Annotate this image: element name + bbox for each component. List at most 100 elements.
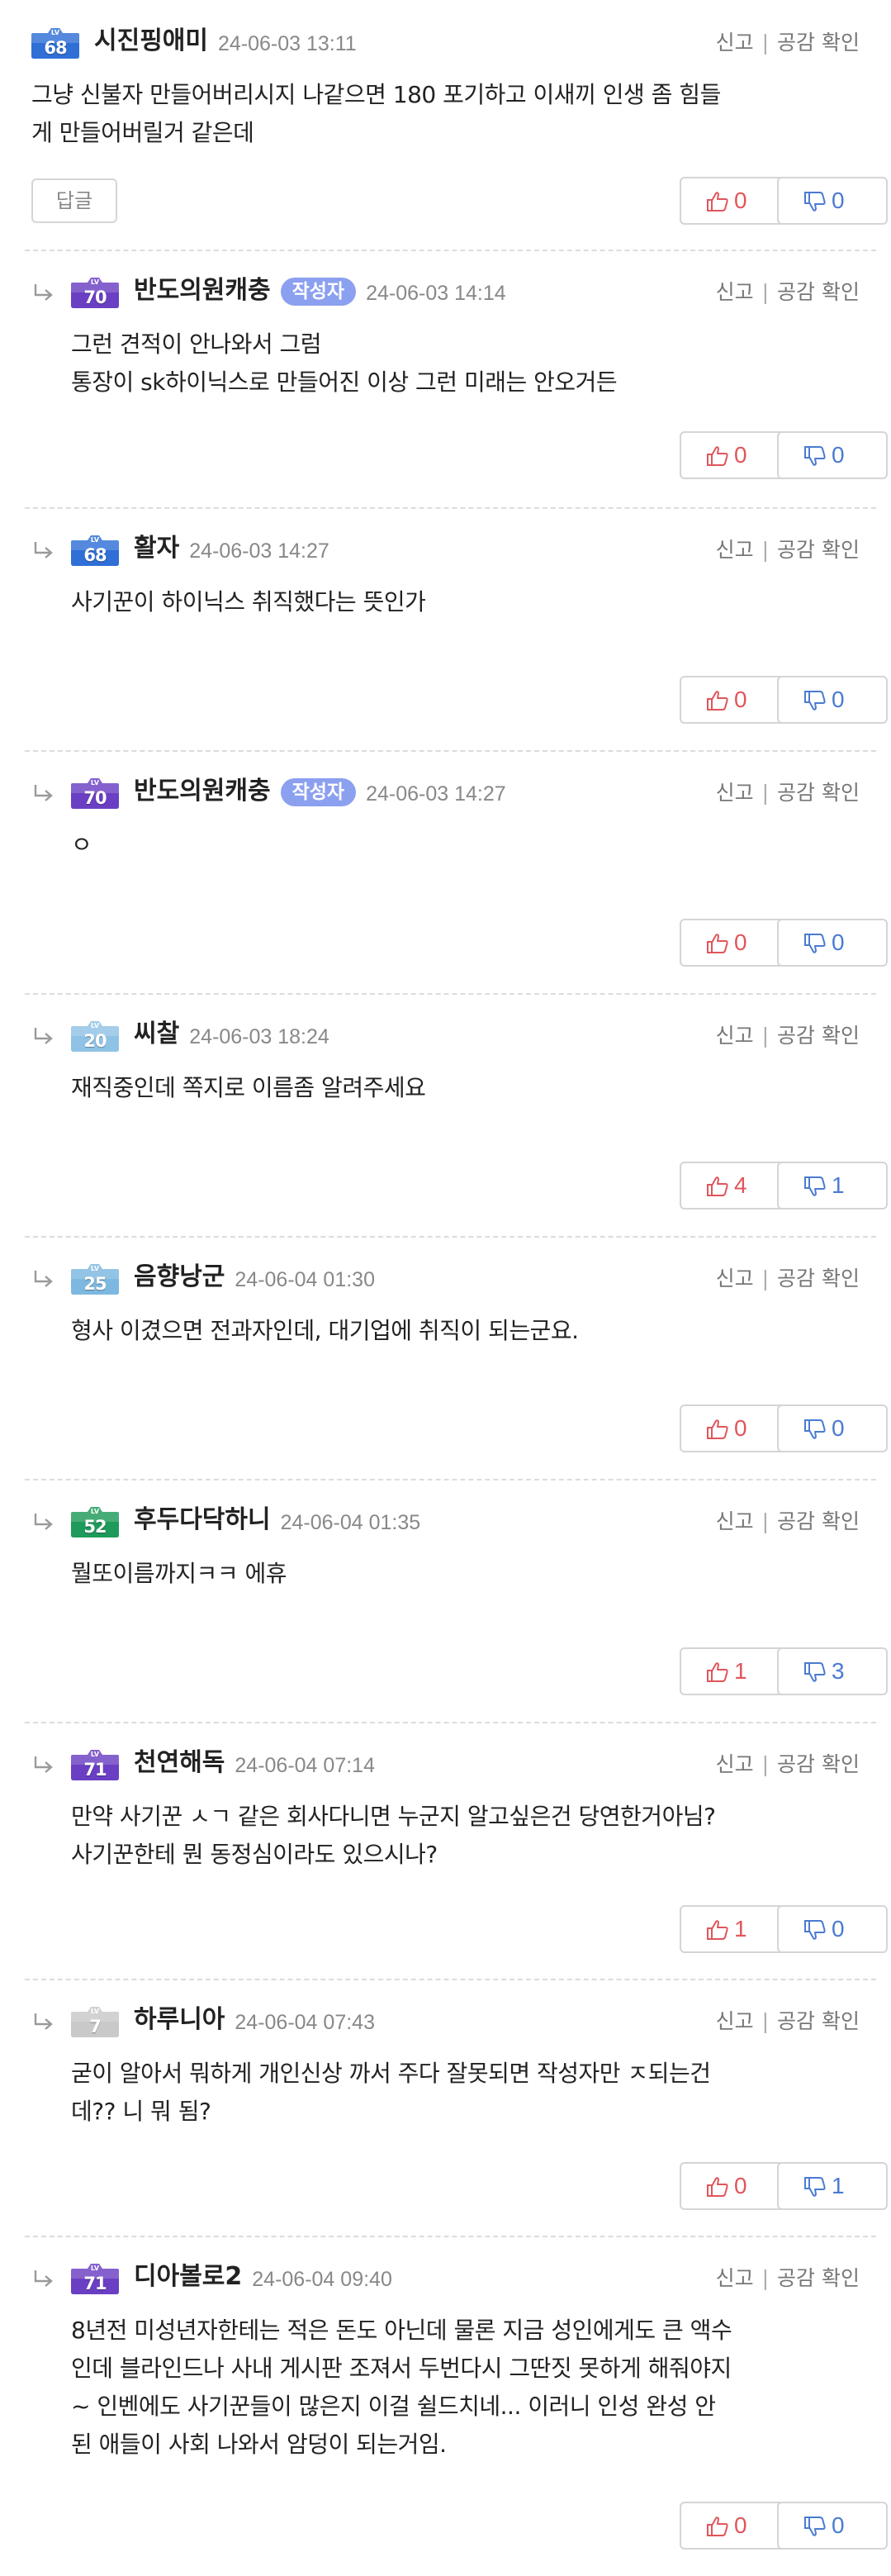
username[interactable]: 음향낭군 xyxy=(134,1259,225,1295)
reply-button[interactable]: 답글 xyxy=(31,178,117,223)
report-link[interactable]: 신고 xyxy=(716,2009,754,2033)
svg-text:LV: LV xyxy=(91,2265,100,2272)
thumbs-up-icon xyxy=(706,1661,729,1683)
like-count: 4 xyxy=(734,1172,747,1198)
comment-actions: 신고 | 공감 확인 xyxy=(716,30,860,56)
timestamp: 24-06-04 07:43 xyxy=(235,2011,375,2034)
dislike-button[interactable]: 0 xyxy=(777,1905,888,1953)
comment-actions: 신고 | 공감 확인 xyxy=(716,780,860,806)
like-button[interactable]: 0 xyxy=(680,177,790,225)
action-separator: | xyxy=(761,2009,770,2033)
empathy-check-link[interactable]: 공감 확인 xyxy=(777,1024,860,1048)
empathy-check-link[interactable]: 공감 확인 xyxy=(777,31,860,55)
like-button[interactable]: 1 xyxy=(680,1905,790,1953)
username[interactable]: 천연해독 xyxy=(134,1745,225,1781)
comment-text-line: 통장이 sk하이닉스로 만들어진 이상 그런 미래는 안오거든 xyxy=(71,368,618,396)
level-number: 52 xyxy=(83,1517,107,1537)
empathy-check-link[interactable]: 공감 확인 xyxy=(777,280,860,304)
level-badge-icon: LV 52 xyxy=(69,1505,121,1538)
dislike-count: 0 xyxy=(832,188,845,213)
like-button[interactable]: 0 xyxy=(680,676,790,724)
dislike-button[interactable]: 0 xyxy=(777,2502,888,2550)
svg-text:LV: LV xyxy=(91,278,100,286)
username[interactable]: 씨찰 xyxy=(134,1016,179,1053)
empathy-check-link[interactable]: 공감 확인 xyxy=(777,538,860,562)
dislike-button[interactable]: 0 xyxy=(777,676,888,724)
comment-item: LV 70 반도의원캐충 작성자 24-06-03 14:27 신고 | 공감 확인 ㅇ 0 0 xyxy=(0,750,891,993)
empathy-check-link[interactable]: 공감 확인 xyxy=(777,2009,860,2033)
level-badge-icon: LV 20 xyxy=(69,1019,121,1053)
level-number: 70 xyxy=(83,288,107,307)
comment-actions: 신고 | 공감 확인 xyxy=(716,1023,860,1049)
like-button[interactable]: 0 xyxy=(680,1404,790,1452)
dislike-button[interactable]: 0 xyxy=(777,1404,888,1452)
timestamp: 24-06-03 13:11 xyxy=(217,32,357,55)
report-link[interactable]: 신고 xyxy=(716,1752,754,1776)
report-link[interactable]: 신고 xyxy=(716,1267,754,1290)
comment-text-line: 그런 견적이 안나와서 그럼 xyxy=(71,330,322,358)
report-link[interactable]: 신고 xyxy=(716,1509,754,1533)
action-separator: | xyxy=(761,2266,770,2290)
report-link[interactable]: 신고 xyxy=(716,538,754,562)
timestamp: 24-06-03 18:24 xyxy=(189,1025,329,1048)
comment-text-line: 뭘또이름까지ㅋㅋ 에휴 xyxy=(71,1560,287,1587)
empathy-check-link[interactable]: 공감 확인 xyxy=(777,1267,860,1290)
dislike-button[interactable]: 3 xyxy=(777,1647,888,1695)
like-button[interactable]: 1 xyxy=(680,1647,790,1695)
thumbs-down-icon xyxy=(803,1919,827,1941)
comment-divider xyxy=(25,2236,876,2237)
comment-actions: 신고 | 공감 확인 xyxy=(716,2008,860,2035)
report-link[interactable]: 신고 xyxy=(716,280,754,304)
dislike-button[interactable]: 1 xyxy=(777,1162,888,1210)
comment-actions: 신고 | 공감 확인 xyxy=(716,279,860,306)
like-button[interactable]: 0 xyxy=(680,431,790,479)
empathy-check-link[interactable]: 공감 확인 xyxy=(777,1509,860,1533)
dislike-count: 1 xyxy=(832,1172,845,1198)
username[interactable]: 디아볼로2 xyxy=(134,2259,242,2295)
like-button[interactable]: 0 xyxy=(680,2502,790,2550)
level-badge-icon: LV 68 xyxy=(30,26,81,59)
thumbs-down-icon xyxy=(803,445,827,467)
username[interactable]: 후두다닥하니 xyxy=(134,1502,271,1538)
report-link[interactable]: 신고 xyxy=(716,1024,754,1048)
report-link[interactable]: 신고 xyxy=(716,31,754,55)
username[interactable]: 반도의원캐충 xyxy=(134,273,271,309)
empathy-check-link[interactable]: 공감 확인 xyxy=(777,1752,860,1776)
report-link[interactable]: 신고 xyxy=(716,781,754,805)
thumbs-up-icon xyxy=(706,1919,729,1941)
username[interactable]: 반도의원캐충 xyxy=(134,773,271,810)
comment-item: LV 71 디아볼로2 24-06-04 09:40 신고 | 공감 확인 8년전 미성년자한… xyxy=(0,2236,891,2576)
action-separator: | xyxy=(761,1267,770,1290)
comment-divider xyxy=(25,507,876,509)
comment-actions: 신고 | 공감 확인 xyxy=(716,2265,860,2292)
svg-text:LV: LV xyxy=(91,1751,100,1758)
dislike-button[interactable]: 0 xyxy=(777,177,888,225)
comment-text-line: 만약 사기꾼 ㅅㄱ 같은 회사다니면 누군지 알고싶은건 당연한거아님? xyxy=(71,1803,716,1830)
like-count: 0 xyxy=(734,188,747,213)
like-count: 0 xyxy=(734,1415,747,1441)
username[interactable]: 하루니아 xyxy=(134,2002,225,2038)
comment-item: LV 25 음향낭군 24-06-04 01:30 신고 | 공감 확인 형사 이겼으면 전과… xyxy=(0,1236,891,1479)
username[interactable]: 시진핑애미 xyxy=(94,23,208,59)
comment-item: LV 68 활자 24-06-03 14:27 신고 | 공감 확인 사기꾼이 하이닉스 취직… xyxy=(0,507,891,750)
username[interactable]: 활자 xyxy=(134,530,179,567)
level-badge-icon: LV 70 xyxy=(69,276,121,309)
comment-text-line: 인데 블라인드나 사내 게시판 조져서 두번다시 그딴짓 못하게 해줘야지 xyxy=(71,2355,732,2382)
like-button[interactable]: 4 xyxy=(680,1162,790,1210)
report-link[interactable]: 신고 xyxy=(716,2266,754,2290)
svg-text:LV: LV xyxy=(91,2008,100,2015)
like-button[interactable]: 0 xyxy=(680,2162,790,2210)
empathy-check-link[interactable]: 공감 확인 xyxy=(777,781,860,805)
level-badge-icon: LV 68 xyxy=(69,534,121,567)
comment-item: LV 20 씨찰 24-06-03 18:24 신고 | 공감 확인 재직중인데 쪽지로 이름… xyxy=(0,993,891,1236)
thumbs-down-icon xyxy=(803,933,827,954)
like-button[interactable]: 0 xyxy=(680,919,790,967)
dislike-button[interactable]: 0 xyxy=(777,919,888,967)
reply-arrow-icon xyxy=(33,1755,55,1775)
comment-text: 뭘또이름까지ㅋㅋ 에휴 xyxy=(71,1555,287,1593)
action-separator: | xyxy=(761,1509,770,1533)
dislike-button[interactable]: 1 xyxy=(777,2162,888,2210)
dislike-button[interactable]: 0 xyxy=(777,431,888,479)
empathy-check-link[interactable]: 공감 확인 xyxy=(777,2266,860,2290)
svg-text:LV: LV xyxy=(91,779,100,787)
